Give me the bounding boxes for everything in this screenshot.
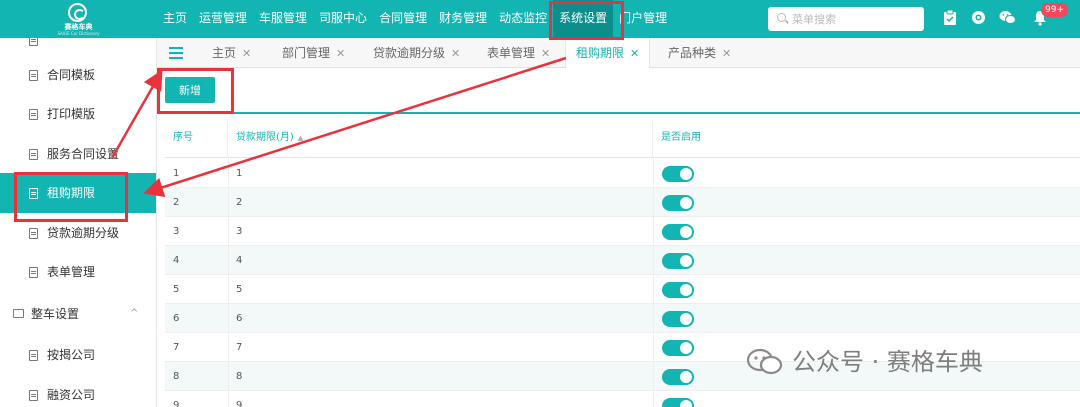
watermark: 公众号 · 赛格车典: [746, 344, 983, 380]
watermark-text: 公众号 · 赛格车典: [792, 348, 983, 376]
wechat-watermark-icon: [746, 348, 783, 375]
